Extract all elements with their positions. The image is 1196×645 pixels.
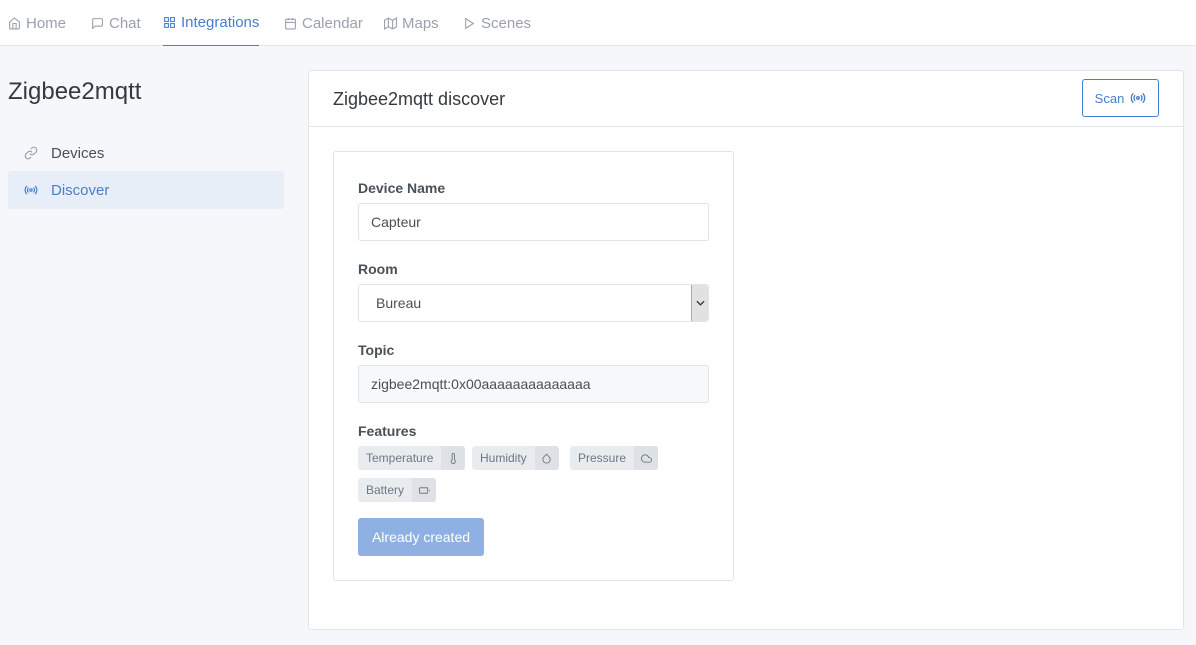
feature-tag-label: Temperature (366, 451, 434, 465)
topic-input[interactable]: zigbee2mqtt:0x00aaaaaaaaaaaaaa (358, 365, 709, 403)
room-label: Room (358, 261, 398, 277)
sidebar-item-label: Devices (51, 144, 105, 162)
scan-button-label: Scan (1094, 90, 1125, 106)
home-icon (9, 16, 20, 29)
topic-value: zigbee2mqtt:0x00aaaaaaaaaaaaaa (371, 376, 591, 392)
radio-icon (24, 185, 38, 195)
room-select[interactable]: Bureau (358, 284, 709, 322)
feature-tag-label: Pressure (578, 451, 627, 465)
feature-tag-label: Battery (366, 483, 405, 497)
nav-item-label: Chat (109, 14, 141, 32)
sidebar-item-label: Discover (51, 181, 110, 199)
card-header: Zigbee2mqtt discover Scan (309, 71, 1183, 127)
top-navigation: Home Chat Integrations Calendar Maps Sce… (0, 0, 1196, 46)
nav-item-scenes[interactable]: Scenes (463, 0, 531, 46)
topic-label: Topic (358, 342, 395, 358)
discover-card: Zigbee2mqtt discover Scan Device Name Ca… (308, 70, 1184, 630)
already-created-label: Already created (371, 529, 471, 545)
feature-tag-humidity: Humidity (472, 446, 559, 470)
link-icon (24, 146, 38, 160)
already-created-button[interactable]: Already created (358, 518, 484, 556)
device-name-value: Capteur (371, 214, 421, 230)
nav-item-chat[interactable]: Chat (91, 0, 141, 46)
chevron-down-icon (695, 300, 705, 306)
device-card: Device Name Capteur Room Bureau Topic zi… (333, 151, 734, 581)
card-title: Zigbee2mqtt discover (333, 89, 506, 109)
chat-icon (92, 17, 103, 30)
nav-item-label: Scenes (481, 14, 532, 32)
nav-item-label: Home (26, 14, 67, 32)
select-arrow[interactable] (691, 285, 708, 321)
nav-item-label: Calendar (302, 14, 363, 32)
calendar-icon (285, 17, 296, 29)
feature-tag-temperature: Temperature (358, 446, 466, 470)
map-icon (384, 16, 397, 30)
sidebar-item-discover[interactable]: Discover (8, 171, 284, 209)
device-name-label: Device Name (358, 180, 446, 196)
radio-icon (1131, 92, 1146, 104)
play-icon (465, 17, 475, 29)
feature-tag-label: Humidity (480, 451, 527, 465)
grid-icon (164, 17, 175, 28)
cloud-icon (634, 446, 659, 470)
droplet-icon (534, 446, 559, 470)
feature-tag-pressure: Pressure (570, 446, 659, 470)
nav-item-integrations[interactable]: Integrations (163, 0, 260, 46)
nav-item-label: Maps (402, 14, 439, 32)
device-name-input[interactable]: Capteur (358, 203, 709, 241)
page-title: Zigbee2mqtt (8, 78, 142, 105)
nav-item-label: Integrations (181, 14, 260, 31)
nav-item-home[interactable]: Home (8, 0, 66, 46)
room-select-value: Bureau (376, 295, 422, 311)
nav-item-calendar[interactable]: Calendar (284, 0, 363, 46)
scan-button[interactable]: Scan (1082, 79, 1159, 117)
feature-tag-battery: Battery (358, 478, 437, 502)
sidebar-item-devices[interactable]: Devices (8, 134, 284, 172)
nav-item-maps[interactable]: Maps (384, 0, 439, 46)
features-label: Features (358, 423, 417, 439)
battery-icon (412, 478, 437, 502)
thermometer-icon (441, 446, 466, 470)
